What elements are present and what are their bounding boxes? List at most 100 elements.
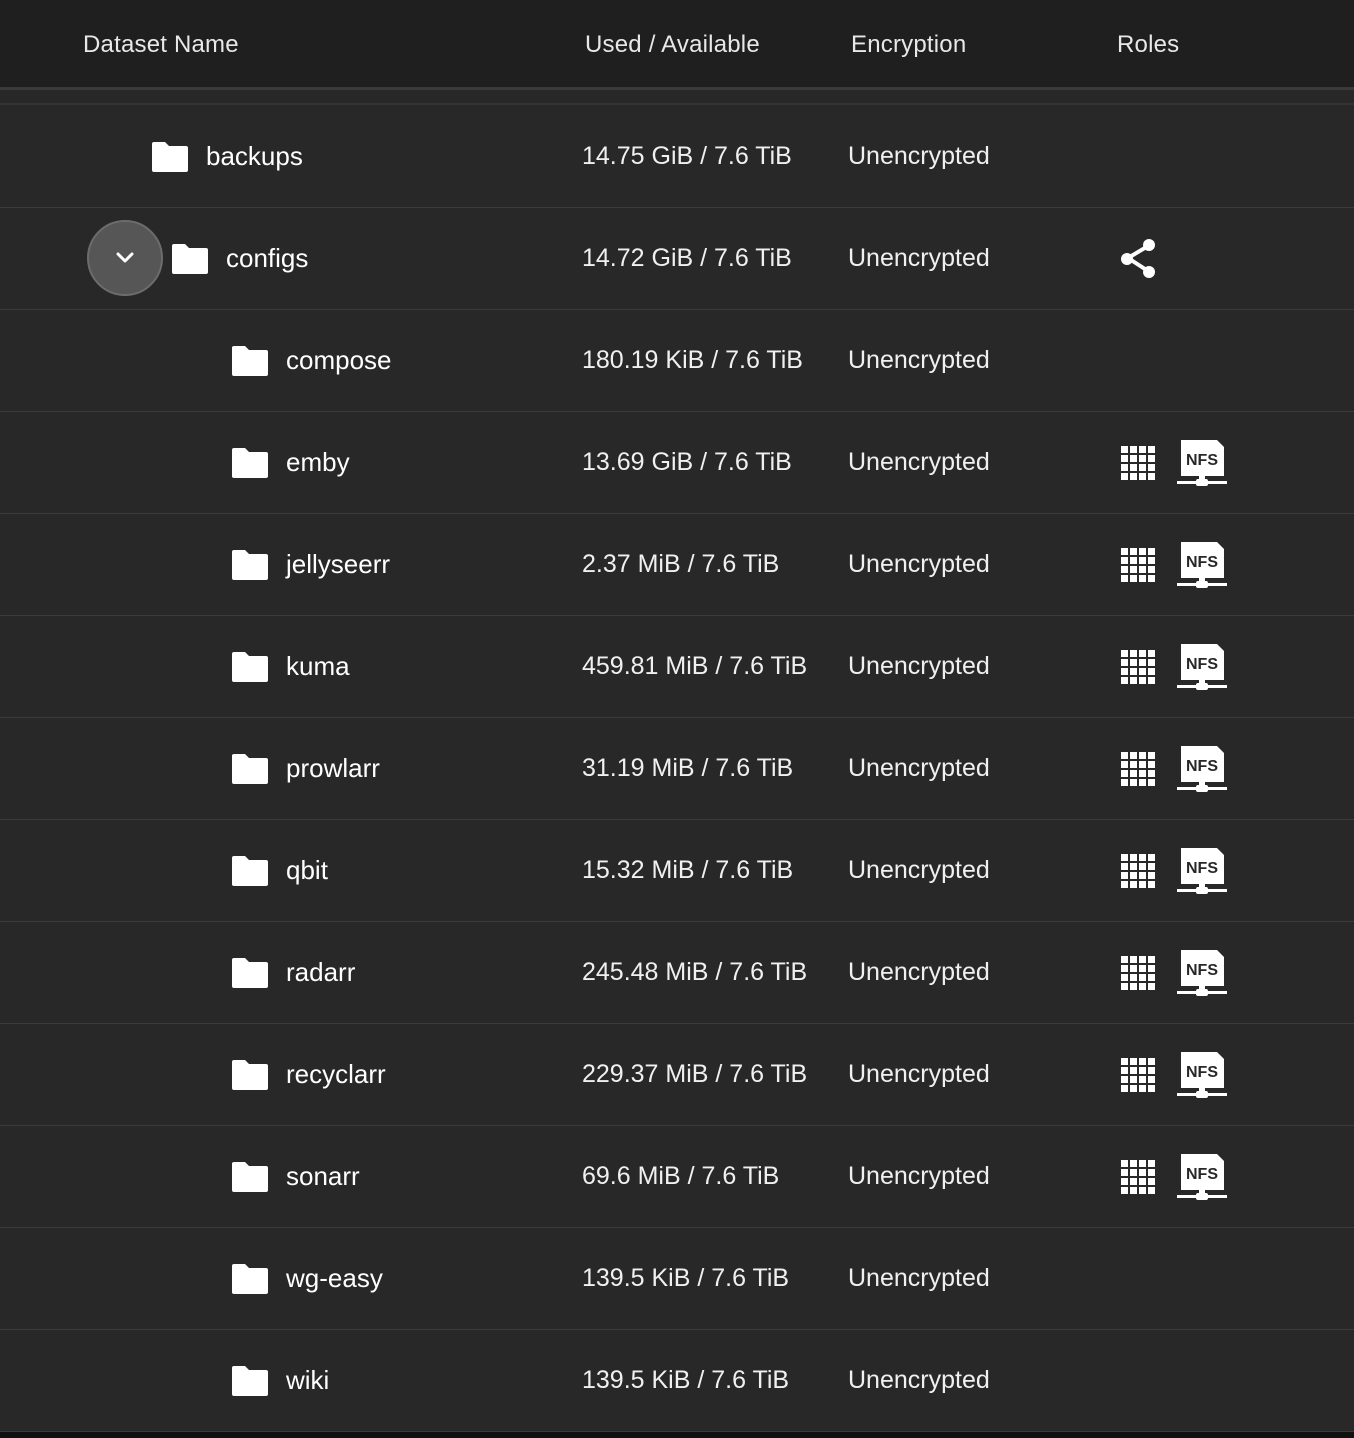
dataset-name: backups [206, 141, 303, 171]
column-header-used-available[interactable]: Used / Available [585, 0, 760, 90]
nfs-icon[interactable]: NFS [1176, 1050, 1228, 1100]
folder-icon [230, 344, 270, 376]
folder-icon [230, 1262, 270, 1294]
dataset-name: radarr [286, 957, 356, 987]
table-row[interactable]: wiki 139.5 KiB / 7.6 TiB Unencrypted [0, 1330, 1354, 1432]
apps-icon[interactable] [1121, 854, 1155, 888]
column-header-encryption[interactable]: Encryption [851, 0, 966, 90]
dataset-name: sonarr [286, 1161, 360, 1191]
header-divider [0, 103, 1354, 105]
nfs-icon[interactable]: NFS [1176, 1152, 1228, 1202]
table-row[interactable]: qbit 15.32 MiB / 7.6 TiB Unencrypted NFS [0, 820, 1354, 922]
folder-icon [230, 956, 270, 988]
apps-icon[interactable] [1121, 548, 1155, 582]
folder-icon [230, 548, 270, 580]
svg-text:NFS: NFS [1186, 554, 1218, 571]
table-row[interactable]: compose 180.19 KiB / 7.6 TiB Unencrypted [0, 310, 1354, 412]
nfs-icon[interactable]: NFS [1176, 948, 1228, 998]
encryption-status: Unencrypted [848, 1162, 990, 1190]
dataset-name: jellyseerr [286, 549, 391, 579]
table-row[interactable]: prowlarr 31.19 MiB / 7.6 TiB Unencrypted NF… [0, 718, 1354, 820]
dataset-tree-table: backups 14.75 GiB / 7.6 TiB Unencrypted con… [0, 106, 1354, 1432]
encryption-status: Unencrypted [848, 856, 990, 884]
used-available-value: 459.81 MiB / 7.6 TiB [582, 652, 808, 680]
used-available-value: 31.19 MiB / 7.6 TiB [582, 754, 794, 782]
encryption-status: Unencrypted [848, 1264, 990, 1292]
used-available-value: 139.5 KiB / 7.6 TiB [582, 1264, 790, 1292]
svg-text:NFS: NFS [1186, 860, 1218, 877]
apps-icon[interactable] [1121, 446, 1155, 480]
column-header-dataset-name[interactable]: Dataset Name [83, 0, 239, 90]
used-available-value: 229.37 MiB / 7.6 TiB [582, 1060, 808, 1088]
chevron-down-icon [116, 252, 134, 263]
folder-icon [230, 446, 270, 478]
used-available-value: 13.69 GiB / 7.6 TiB [582, 448, 792, 476]
encryption-status: Unencrypted [848, 1366, 990, 1394]
svg-text:NFS: NFS [1186, 1166, 1218, 1183]
nfs-icon[interactable]: NFS [1176, 438, 1228, 488]
svg-text:NFS: NFS [1186, 452, 1218, 469]
used-available-value: 180.19 KiB / 7.6 TiB [582, 346, 803, 374]
dataset-name: wg-easy [286, 1263, 383, 1293]
encryption-status: Unencrypted [848, 346, 990, 374]
folder-icon [230, 650, 270, 682]
dataset-name: wiki [286, 1365, 330, 1395]
bottom-edge [0, 1432, 1354, 1438]
apps-icon[interactable] [1121, 1160, 1155, 1194]
table-row[interactable]: jellyseerr 2.37 MiB / 7.6 TiB Unencrypted N… [0, 514, 1354, 616]
apps-icon[interactable] [1121, 956, 1155, 990]
svg-text:NFS: NFS [1186, 656, 1218, 673]
folder-icon [230, 1160, 270, 1192]
apps-icon[interactable] [1121, 650, 1155, 684]
encryption-status: Unencrypted [848, 652, 990, 680]
table-row[interactable]: radarr 245.48 MiB / 7.6 TiB Unencrypted NFS [0, 922, 1354, 1024]
folder-icon [230, 854, 270, 886]
expand-toggle-button[interactable] [87, 220, 163, 296]
apps-icon[interactable] [1121, 752, 1155, 786]
dataset-name: configs [226, 243, 309, 273]
used-available-value: 14.72 GiB / 7.6 TiB [582, 244, 792, 272]
encryption-status: Unencrypted [848, 550, 990, 578]
encryption-status: Unencrypted [848, 754, 990, 782]
encryption-status: Unencrypted [848, 142, 990, 170]
table-row[interactable]: sonarr 69.6 MiB / 7.6 TiB Unencrypted NFS [0, 1126, 1354, 1228]
used-available-value: 139.5 KiB / 7.6 TiB [582, 1366, 790, 1394]
used-available-value: 2.37 MiB / 7.6 TiB [582, 550, 780, 578]
folder-icon [230, 752, 270, 784]
table-row[interactable]: recyclarr 229.37 MiB / 7.6 TiB Unencrypted… [0, 1024, 1354, 1126]
table-row[interactable]: configs 14.72 GiB / 7.6 TiB Unencrypted [0, 208, 1354, 310]
encryption-status: Unencrypted [848, 1060, 990, 1088]
dataset-name: compose [286, 345, 392, 375]
folder-icon [230, 1364, 270, 1396]
table-row[interactable]: backups 14.75 GiB / 7.6 TiB Unencrypted [0, 106, 1354, 208]
nfs-icon[interactable]: NFS [1176, 540, 1228, 590]
dataset-name: kuma [286, 651, 350, 681]
nfs-icon[interactable]: NFS [1176, 642, 1228, 692]
svg-text:NFS: NFS [1186, 1064, 1218, 1081]
table-row[interactable]: kuma 459.81 MiB / 7.6 TiB Unencrypted NFS [0, 616, 1354, 718]
encryption-status: Unencrypted [848, 448, 990, 476]
nfs-icon[interactable]: NFS [1176, 744, 1228, 794]
dataset-name: emby [286, 447, 350, 477]
folder-icon [230, 1058, 270, 1090]
dataset-name: qbit [286, 855, 328, 885]
dataset-name: prowlarr [286, 753, 380, 783]
dataset-name: recyclarr [286, 1059, 386, 1089]
column-header-roles[interactable]: Roles [1117, 0, 1179, 90]
table-row[interactable]: emby 13.69 GiB / 7.6 TiB Unencrypted NFS [0, 412, 1354, 514]
folder-icon [170, 242, 210, 274]
nfs-icon[interactable]: NFS [1176, 846, 1228, 896]
encryption-status: Unencrypted [848, 244, 990, 272]
apps-icon[interactable] [1121, 1058, 1155, 1092]
used-available-value: 15.32 MiB / 7.6 TiB [582, 856, 794, 884]
used-available-value: 69.6 MiB / 7.6 TiB [582, 1162, 780, 1190]
share-icon[interactable] [1118, 238, 1158, 280]
svg-text:NFS: NFS [1186, 758, 1218, 775]
encryption-status: Unencrypted [848, 958, 990, 986]
table-row[interactable]: wg-easy 139.5 KiB / 7.6 TiB Unencrypted [0, 1228, 1354, 1330]
folder-icon [150, 140, 190, 172]
used-available-value: 14.75 GiB / 7.6 TiB [582, 142, 792, 170]
svg-text:NFS: NFS [1186, 962, 1218, 979]
used-available-value: 245.48 MiB / 7.6 TiB [582, 958, 808, 986]
table-header: Dataset Name Used / Available Encryption… [0, 0, 1354, 90]
